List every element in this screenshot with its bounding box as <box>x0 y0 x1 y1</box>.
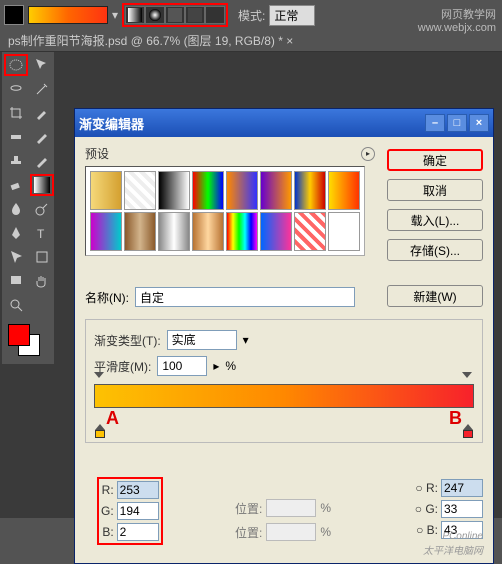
gradient-bar[interactable] <box>94 384 474 408</box>
heal-tool[interactable] <box>4 126 28 148</box>
annotation-a: A <box>106 408 119 429</box>
annotation-b: B <box>449 408 462 429</box>
blur-tool[interactable] <box>4 198 28 220</box>
pct: % <box>225 359 236 373</box>
close-button[interactable]: × <box>469 114 489 132</box>
tool-preset-icon[interactable] <box>4 5 24 25</box>
smooth-input[interactable] <box>157 356 207 376</box>
fg-color[interactable] <box>8 324 30 346</box>
type-label: 渐变类型(T): <box>94 332 161 349</box>
preset-swatch[interactable] <box>328 212 360 251</box>
preset-swatch[interactable] <box>328 171 360 210</box>
b-g-input[interactable] <box>441 500 483 518</box>
new-button[interactable]: 新建(W) <box>387 285 483 307</box>
move-tool[interactable] <box>30 54 54 76</box>
radial-gradient-icon[interactable] <box>145 6 165 24</box>
gradient-type-group <box>122 3 228 27</box>
diamond-gradient-icon[interactable] <box>205 6 225 24</box>
pos-input-2 <box>266 523 316 541</box>
a-g-input[interactable] <box>117 502 159 520</box>
ok-button[interactable]: 确定 <box>387 149 483 171</box>
color-stop-a[interactable] <box>94 424 106 438</box>
eraser-tool[interactable] <box>4 174 28 196</box>
zoom-tool[interactable] <box>4 294 28 316</box>
preset-swatch[interactable] <box>260 171 292 210</box>
preset-swatch[interactable] <box>226 171 258 210</box>
crop-tool[interactable] <box>4 102 28 124</box>
preset-swatch[interactable] <box>192 212 224 251</box>
stamp-tool[interactable] <box>4 150 28 172</box>
svg-text:T: T <box>37 227 45 241</box>
type-tool[interactable]: T <box>30 222 54 244</box>
mode-label: 模式: <box>238 7 265 24</box>
preset-swatch[interactable] <box>90 212 122 251</box>
angle-gradient-icon[interactable] <box>165 6 185 24</box>
type-select[interactable]: 实底 <box>167 330 237 350</box>
a-r-input[interactable] <box>117 481 159 499</box>
preset-swatch[interactable] <box>158 212 190 251</box>
dialog-titlebar[interactable]: 渐变编辑器 – □ × <box>75 109 493 137</box>
tools-panel: T <box>2 52 54 364</box>
opacity-stop-right[interactable] <box>462 372 474 384</box>
watermark-bottom: PConline 太平洋电脑网 <box>423 531 483 557</box>
preset-swatch[interactable] <box>226 212 258 251</box>
gradient-editor-dialog: 渐变编辑器 – □ × 预设 ▸ 确定 取消 载 <box>74 108 494 564</box>
save-button[interactable]: 存储(S)... <box>387 239 483 261</box>
hand-tool[interactable] <box>30 270 54 292</box>
opacity-stop-left[interactable] <box>94 372 106 384</box>
reflected-gradient-icon[interactable] <box>185 6 205 24</box>
dodge-tool[interactable] <box>30 198 54 220</box>
notes-tool[interactable] <box>4 270 28 292</box>
presets-menu-icon[interactable]: ▸ <box>361 147 375 161</box>
preset-swatch[interactable] <box>124 171 156 210</box>
color-swatches[interactable] <box>4 322 54 362</box>
rgb-a: R: G: B: <box>97 477 163 545</box>
blend-mode-select[interactable]: 正常 <box>269 5 315 26</box>
presets-label: 预设 <box>85 145 361 162</box>
ellipse-marquee-tool[interactable] <box>4 54 28 76</box>
preset-swatch[interactable] <box>158 171 190 210</box>
maximize-button[interactable]: □ <box>447 114 467 132</box>
path-select-tool[interactable] <box>4 246 28 268</box>
load-button[interactable]: 载入(L)... <box>387 209 483 231</box>
name-label: 名称(N): <box>85 289 129 306</box>
cancel-button[interactable]: 取消 <box>387 179 483 201</box>
shape-tool[interactable] <box>30 246 54 268</box>
linear-gradient-icon[interactable] <box>125 6 145 24</box>
preset-grid <box>85 166 365 256</box>
pen-tool[interactable] <box>4 222 28 244</box>
dialog-title: 渐变编辑器 <box>79 114 425 133</box>
preset-swatch[interactable] <box>260 212 292 251</box>
gradient-preview[interactable] <box>28 6 108 24</box>
a-b-input[interactable] <box>117 523 159 541</box>
history-brush-tool[interactable] <box>30 150 54 172</box>
preset-swatch[interactable] <box>192 171 224 210</box>
pos-input-1 <box>266 499 316 517</box>
lasso-tool[interactable] <box>4 78 28 100</box>
name-input[interactable] <box>135 287 355 307</box>
wand-tool[interactable] <box>30 78 54 100</box>
watermark-top: 网页教学网 www.webjx.com <box>418 6 496 34</box>
minimize-button[interactable]: – <box>425 114 445 132</box>
rgb-b: ○ R: ○ G: ○ B: <box>415 479 483 539</box>
eyedropper-tool[interactable] <box>30 102 54 124</box>
color-stop-b[interactable] <box>462 424 474 438</box>
b-r-input[interactable] <box>441 479 483 497</box>
gradient-tool[interactable] <box>30 174 54 196</box>
preset-swatch[interactable] <box>294 212 326 251</box>
preset-swatch[interactable] <box>90 171 122 210</box>
brush-tool[interactable] <box>30 126 54 148</box>
preset-swatch[interactable] <box>294 171 326 210</box>
preset-swatch[interactable] <box>124 212 156 251</box>
